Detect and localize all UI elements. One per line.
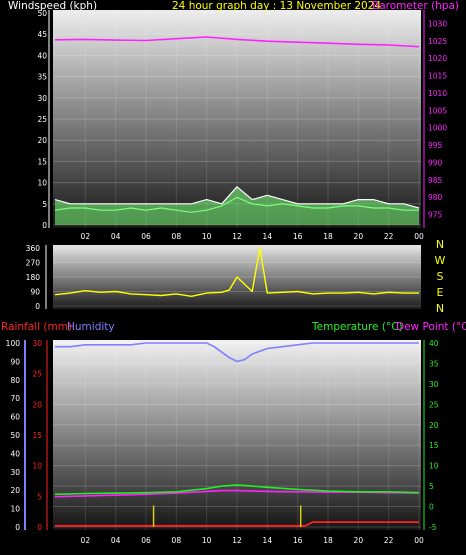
barometer-tick-label: 990	[428, 158, 443, 167]
hour-tick-label: 06	[141, 232, 151, 241]
windspeed-tick-label: 5	[42, 200, 47, 209]
weather-graph: 0510152025303540455097598098599099510001…	[1, 0, 466, 545]
windspeed-tick-label: 40	[37, 51, 47, 60]
barometer-tick-label: 1005	[428, 106, 447, 115]
barometer-tick-label: 1030	[428, 19, 447, 28]
hour-tick-label: 20	[354, 232, 364, 241]
humidity-tick-label: 70	[10, 394, 20, 403]
barometer-tick-label: 995	[428, 141, 443, 150]
compass-label: W	[435, 254, 446, 267]
humidity-tick-label: 80	[10, 376, 20, 385]
rainfall-tick-label: 25	[32, 370, 42, 379]
barometer-tick-label: 1020	[428, 54, 447, 63]
hour-tick-label: 18	[323, 536, 333, 545]
humidity-tick-label: 0	[15, 523, 20, 532]
windspeed-tick-label: 35	[37, 73, 47, 82]
barometer-tick-label: 980	[428, 193, 443, 202]
rainfall-tick-label: 0	[37, 523, 42, 532]
rainfall-tick-label: 5	[37, 492, 42, 501]
hour-tick-label: 06	[141, 536, 151, 545]
humidity-tick-label: 40	[10, 449, 20, 458]
windspeed-tick-label: 10	[37, 179, 47, 188]
compass-label: N	[436, 302, 444, 315]
barometer-tick-label: 1000	[428, 124, 447, 133]
temperature-tick-label: 35	[429, 359, 439, 368]
chart-title: 24 hour graph day : 13 November 2024	[172, 0, 381, 12]
humidity-tick-label: 20	[10, 486, 20, 495]
barometer-tick-label: 985	[428, 176, 443, 185]
barometer-tick-label: 1010	[428, 89, 447, 98]
rainfall-tick-label: 20	[32, 400, 42, 409]
temperature-tick-label: 20	[429, 421, 439, 430]
rainfall-tick-label: 30	[32, 339, 42, 348]
barometer-axis-label: Barometer (hpa)	[372, 0, 459, 12]
compass-label: E	[437, 286, 444, 299]
humidity-tick-label: 30	[10, 468, 20, 477]
hour-tick-label: 18	[323, 232, 333, 241]
compass-label: N	[436, 238, 444, 251]
compass-label: S	[437, 270, 444, 283]
humidity-tick-label: 90	[10, 357, 20, 366]
humidity-tick-label: 50	[10, 431, 20, 440]
humidity-tick-label: 10	[10, 505, 20, 514]
hour-tick-label: 14	[263, 232, 273, 241]
temperature-tick-label: 0	[429, 503, 434, 512]
windspeed-tick-label: 0	[42, 221, 47, 230]
direction-tick-label: 0	[35, 302, 40, 311]
hour-tick-label: 16	[293, 536, 303, 545]
humidity-tick-label: 100	[6, 339, 21, 348]
hour-tick-label: 14	[263, 536, 273, 545]
rainfall-tick-label: 15	[32, 431, 42, 440]
hour-tick-label: 16	[293, 232, 303, 241]
windspeed-tick-label: 30	[37, 94, 47, 103]
hour-tick-label: 00	[414, 536, 424, 545]
hour-tick-label: 08	[172, 232, 182, 241]
windspeed-tick-label: 25	[37, 115, 47, 124]
hour-tick-label: 12	[232, 536, 242, 545]
hour-tick-label: 12	[232, 232, 242, 241]
windspeed-tick-label: 20	[37, 136, 47, 145]
barometer-tick-label: 1015	[428, 72, 447, 81]
windspeed-axis-label: Windspeed (kph)	[8, 0, 97, 12]
hour-tick-label: 04	[111, 232, 121, 241]
temperature-tick-label: 25	[429, 400, 439, 409]
dew-point-axis-label: Dew Point (°C)	[396, 321, 466, 333]
temperature-tick-label: 5	[429, 482, 434, 491]
hour-tick-label: 04	[111, 536, 121, 545]
temperature-tick-label: -5	[429, 523, 437, 532]
humidity-axis-label: Humidity	[67, 321, 115, 333]
windspeed-tick-label: 45	[37, 30, 47, 39]
direction-tick-label: 180	[26, 273, 41, 282]
temperature-tick-label: 40	[429, 339, 439, 348]
direction-tick-label: 360	[26, 244, 41, 253]
hour-tick-label: 02	[81, 536, 91, 545]
hour-tick-label: 10	[202, 536, 212, 545]
windspeed-tick-label: 15	[37, 157, 47, 166]
temperature-tick-label: 30	[429, 380, 439, 389]
barometer-tick-label: 975	[428, 211, 443, 220]
hour-tick-label: 22	[384, 232, 394, 241]
humidity-tick-label: 60	[10, 413, 20, 422]
hour-tick-label: 02	[81, 232, 91, 241]
hour-tick-label: 22	[384, 536, 394, 545]
hour-tick-label: 08	[172, 536, 182, 545]
rainfall-axis-label: Rainfall (mm)	[1, 321, 72, 333]
hour-tick-label: 10	[202, 232, 212, 241]
temperature-tick-label: 10	[429, 462, 439, 471]
hour-tick-label: 00	[414, 232, 424, 241]
temperature-axis-label: Temperature (°C)	[311, 321, 403, 333]
hour-tick-label: 20	[354, 536, 364, 545]
temperature-tick-label: 15	[429, 441, 439, 450]
rainfall-tick-label: 10	[32, 462, 42, 471]
barometer-tick-label: 1025	[428, 37, 447, 46]
direction-tick-label: 90	[30, 288, 40, 297]
direction-tick-label: 270	[26, 259, 41, 268]
